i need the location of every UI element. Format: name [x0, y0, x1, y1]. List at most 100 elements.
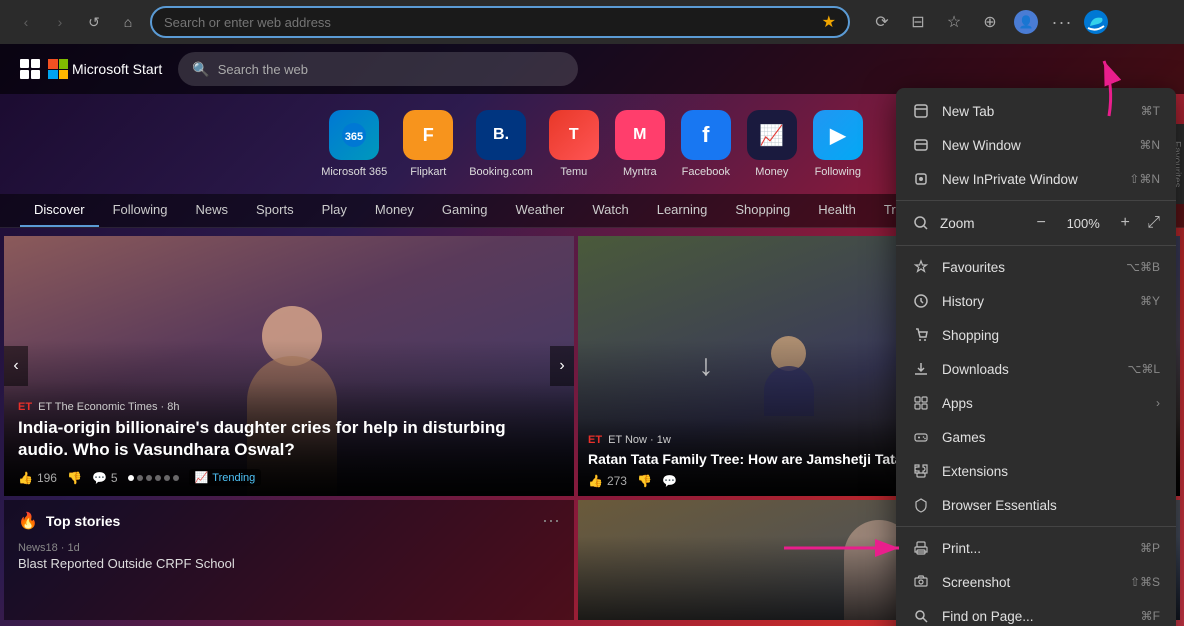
favourites-shortcut: ⌥⌘B — [1126, 260, 1160, 274]
next-button[interactable]: › — [550, 346, 574, 386]
new-window-left: New Window — [912, 136, 1021, 154]
ms-search-bar[interactable]: 🔍 Search the web — [178, 52, 578, 86]
menu-item-find[interactable]: Find on Page... ⌘F — [896, 599, 1176, 626]
screenshot-left: Screenshot — [912, 573, 1010, 591]
nav-health[interactable]: Health — [804, 194, 870, 227]
nav-sports[interactable]: Sports — [242, 194, 308, 227]
menu-item-new-window[interactable]: New Window ⌘N — [896, 128, 1176, 162]
m365-label: Microsoft 365 — [321, 166, 387, 178]
menu-item-shopping[interactable]: Shopping — [896, 318, 1176, 352]
menu-item-print[interactable]: Print... ⌘P — [896, 531, 1176, 565]
profile-button[interactable]: 👤 — [1010, 6, 1042, 38]
downloads-shortcut: ⌥⌘L — [1127, 362, 1160, 376]
ms-logo: Microsoft Start — [48, 59, 162, 79]
nav-gaming[interactable]: Gaming — [428, 194, 502, 227]
small-comment-button[interactable]: 💬 — [662, 474, 677, 488]
quick-link-myntra[interactable]: M Myntra — [615, 110, 665, 178]
screenshot-label: Screenshot — [942, 575, 1010, 590]
nav-shopping[interactable]: Shopping — [721, 194, 804, 227]
nav-play[interactable]: Play — [308, 194, 361, 227]
collections-button[interactable]: ⊕ — [974, 6, 1006, 38]
ms-logo-squares — [48, 59, 68, 79]
comment-button[interactable]: 💬 5 — [92, 471, 118, 485]
browser-essentials-label: Browser Essentials — [942, 498, 1057, 513]
more-button[interactable]: ··· — [1046, 6, 1078, 38]
address-bar-input[interactable] — [164, 15, 814, 30]
address-bar-container: ★ — [150, 6, 850, 38]
quick-link-booking[interactable]: B. Booking.com — [469, 110, 533, 178]
divider-2 — [896, 245, 1176, 246]
nav-money[interactable]: Money — [361, 194, 428, 227]
like-button[interactable]: 👍 196 — [18, 471, 57, 485]
nav-weather[interactable]: Weather — [501, 194, 578, 227]
favourites-button[interactable]: ☆ — [938, 6, 970, 38]
history-label: History — [942, 294, 984, 309]
inprivate-left: New InPrivate Window — [912, 170, 1078, 188]
m365-icon: 365 — [329, 110, 379, 160]
new-window-label: New Window — [942, 138, 1021, 153]
inprivate-shortcut: ⇧⌘N — [1129, 172, 1160, 186]
nav-following[interactable]: Following — [99, 194, 182, 227]
workspaces-button[interactable]: ⟳ — [866, 6, 898, 38]
toolbar-icons: ⟳ ⊟ ☆ ⊕ 👤 ··· — [866, 6, 1110, 38]
browser-essentials-icon — [912, 496, 930, 514]
games-icon — [912, 428, 930, 446]
refresh-button[interactable]: ↺ — [80, 8, 108, 36]
zoom-plus-button[interactable]: + — [1113, 211, 1137, 235]
small-dislike-button[interactable]: 👎 — [637, 474, 652, 488]
menu-item-downloads[interactable]: Downloads ⌥⌘L — [896, 352, 1176, 386]
quick-link-following[interactable]: ▶ Following — [813, 110, 863, 178]
print-label: Print... — [942, 541, 981, 556]
small-like-button[interactable]: 👍 273 — [588, 474, 627, 488]
menu-item-screenshot[interactable]: Screenshot ⇧⌘S — [896, 565, 1176, 599]
divider-1 — [896, 200, 1176, 201]
extensions-icon — [912, 462, 930, 480]
quick-link-temu[interactable]: T Temu — [549, 110, 599, 178]
nav-discover[interactable]: Discover — [20, 194, 99, 227]
dots-indicator — [128, 475, 179, 481]
forward-button[interactable]: › — [46, 8, 74, 36]
quick-link-facebook[interactable]: f Facebook — [681, 110, 731, 178]
menu-item-games[interactable]: Games — [896, 420, 1176, 454]
money-icon: 📈 — [747, 110, 797, 160]
nav-watch[interactable]: Watch — [578, 194, 642, 227]
apps-arrow: › — [1156, 396, 1160, 410]
new-tab-label: New Tab — [942, 104, 994, 119]
menu-item-history[interactable]: History ⌘Y — [896, 284, 1176, 318]
history-left: History — [912, 292, 984, 310]
downloads-label: Downloads — [942, 362, 1009, 377]
menu-item-inprivate[interactable]: New InPrivate Window ⇧⌘N — [896, 162, 1176, 196]
menu-item-new-tab[interactable]: New Tab ⌘T — [896, 94, 1176, 128]
menu-item-apps[interactable]: Apps › — [896, 386, 1176, 420]
news-actions: 👍 196 👎 💬 5 📈 Trending — [18, 469, 560, 486]
ms-logo-area: Microsoft Start — [20, 59, 162, 79]
home-button[interactable]: ⌂ — [114, 8, 142, 36]
zoom-expand-button[interactable]: ⤢ — [1147, 214, 1160, 232]
nav-news[interactable]: News — [182, 194, 243, 227]
more-options-icon[interactable]: ··· — [542, 510, 560, 531]
quick-link-flipkart[interactable]: F Flipkart — [403, 110, 453, 178]
quick-link-money[interactable]: 📈 Money — [747, 110, 797, 178]
story-title: Blast Reported Outside CRPF School — [18, 556, 560, 571]
myntra-icon: M — [615, 110, 665, 160]
menu-item-favourites[interactable]: Favourites ⌥⌘B — [896, 250, 1176, 284]
prev-button[interactable]: ‹ — [4, 346, 28, 386]
menu-item-extensions[interactable]: Extensions — [896, 454, 1176, 488]
nav-learning[interactable]: Learning — [643, 194, 722, 227]
back-button[interactable]: ‹ — [12, 8, 40, 36]
quick-link-m365[interactable]: 365 Microsoft 365 — [321, 110, 387, 178]
browser-essentials-left: Browser Essentials — [912, 496, 1057, 514]
dislike-button[interactable]: 👎 — [67, 471, 82, 485]
edge-logo — [1082, 8, 1110, 36]
news-overlay-large: ET ET The Economic Times · 8h India-orig… — [4, 381, 574, 496]
zoom-minus-button[interactable]: − — [1029, 211, 1053, 235]
apps-icon — [912, 394, 930, 412]
story-item: News18 · 1d Blast Reported Outside CRPF … — [18, 539, 560, 571]
news-card-large[interactable]: ‹ › ET ET The Economic Times · 8h India-… — [4, 236, 574, 496]
news-title-large: India-origin billionaire's daughter crie… — [18, 417, 560, 461]
menu-item-browser-essentials[interactable]: Browser Essentials — [896, 488, 1176, 522]
temu-label: Temu — [560, 166, 587, 178]
split-screen-button[interactable]: ⊟ — [902, 6, 934, 38]
favourites-menu-icon — [912, 258, 930, 276]
bookmark-icon: ★ — [822, 12, 836, 32]
